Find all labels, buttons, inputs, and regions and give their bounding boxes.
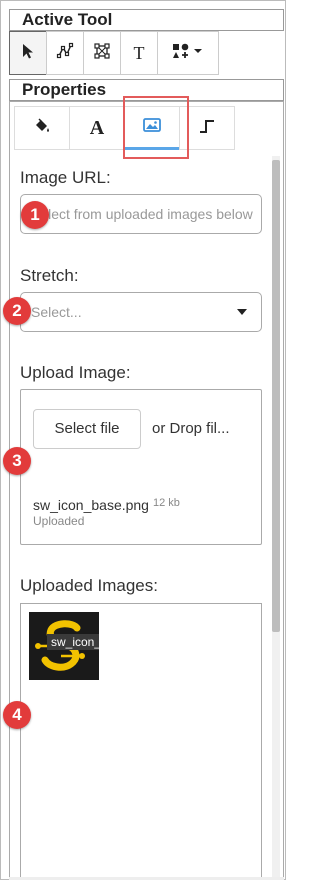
- drop-file-text: or Drop fil...: [152, 420, 230, 437]
- bounding-box-icon: [93, 42, 111, 65]
- properties-panel: A Image URL: Select from uploaded images…: [9, 101, 284, 880]
- transform-tool-button[interactable]: [83, 31, 121, 75]
- uploaded-file-status: Uploaded: [33, 514, 85, 528]
- image-url-input[interactable]: Select from uploaded images below: [20, 194, 262, 234]
- stretch-select-value: Select...: [31, 304, 82, 320]
- upload-drop-zone[interactable]: Select file or Drop fil... sw_icon_base.…: [20, 389, 262, 545]
- shapes-tool-button[interactable]: [157, 31, 219, 75]
- image-url-label: Image URL:: [20, 168, 111, 187]
- step-line-icon: [197, 117, 217, 140]
- tool-bar: T: [9, 31, 243, 75]
- annotation-badge-4: 4: [3, 701, 31, 729]
- chevron-down-icon: [237, 309, 247, 315]
- stretch-label: Stretch:: [20, 266, 79, 285]
- uploaded-images-gallery: sw_icon_base: [20, 603, 262, 880]
- select-file-button[interactable]: Select file: [33, 409, 141, 449]
- cursor-arrow-icon: [21, 43, 35, 64]
- text-t-icon: T: [133, 42, 145, 63]
- uploaded-file-size: 12 kb: [152, 497, 180, 509]
- letter-a-icon: A: [89, 116, 105, 139]
- active-tool-title: Active Tool: [9, 9, 284, 31]
- shapes-add-icon: [172, 42, 204, 65]
- uploaded-image-thumbnail[interactable]: sw_icon_base: [29, 612, 99, 680]
- select-tool-button[interactable]: [9, 31, 47, 75]
- image-tab-highlight: [123, 96, 189, 159]
- tab-text[interactable]: A: [69, 106, 125, 150]
- uploaded-image-caption: sw_icon_base: [47, 634, 99, 650]
- annotation-badge-1: 1: [21, 201, 49, 229]
- paint-bucket-icon: [33, 117, 51, 140]
- uploaded-file-name: sw_icon_base.png: [33, 497, 149, 513]
- annotation-badge-3: 3: [3, 447, 31, 475]
- upload-image-label: Upload Image:: [20, 363, 131, 382]
- properties-sidebar: Active Tool T Properties A Image URL: Se…: [0, 0, 286, 880]
- path-tool-button[interactable]: [46, 31, 84, 75]
- uploaded-file-entry: sw_icon_base.png 12 kb: [33, 497, 180, 513]
- scrollbar-thumb[interactable]: [272, 160, 280, 632]
- annotation-badge-2: 2: [3, 297, 31, 325]
- stretch-select[interactable]: Select...: [20, 292, 262, 332]
- uploaded-images-label: Uploaded Images:: [20, 576, 158, 595]
- node-path-icon: [56, 42, 74, 65]
- text-tool-button[interactable]: T: [120, 31, 158, 75]
- tab-fill[interactable]: [14, 106, 70, 150]
